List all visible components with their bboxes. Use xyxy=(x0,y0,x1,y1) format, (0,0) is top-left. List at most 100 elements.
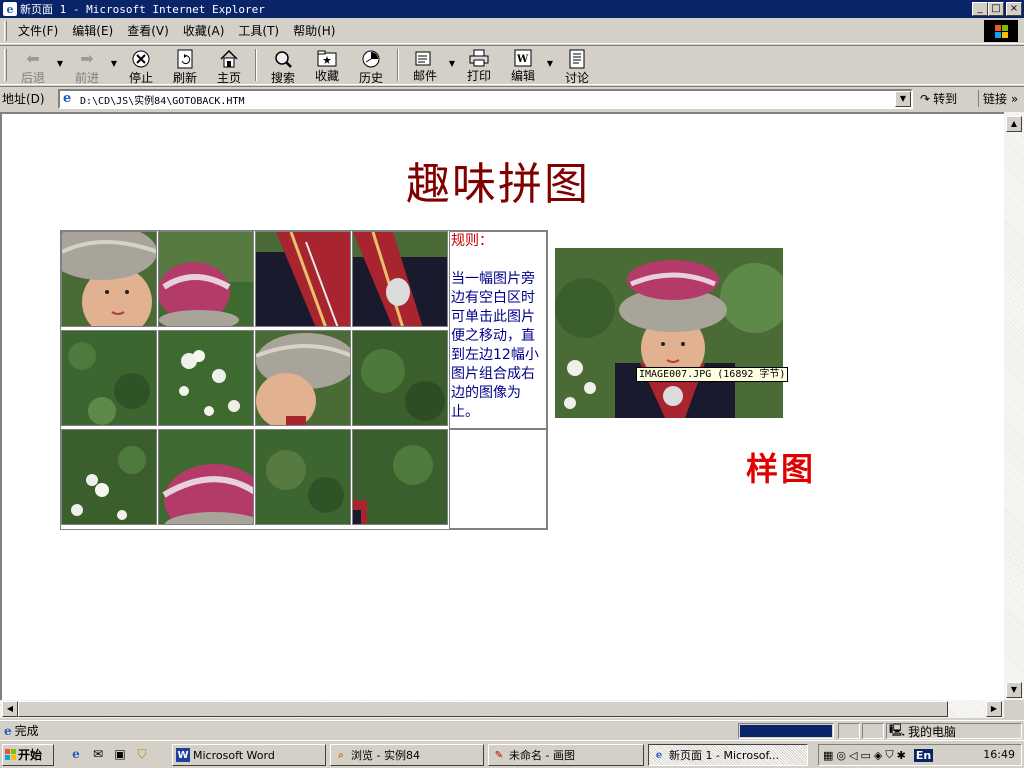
address-url[interactable]: D:\CD\JS\实例84\GOTOBACK.HTM xyxy=(80,92,245,107)
address-label: 地址(D) xyxy=(2,92,45,106)
puzzle-tile[interactable] xyxy=(352,330,448,426)
page-icon: e xyxy=(63,91,72,106)
puzzle-tile[interactable] xyxy=(158,330,254,426)
puzzle-tile[interactable] xyxy=(255,429,351,525)
task-paint-label: 未命名 - 画图 xyxy=(509,749,575,762)
edit-label: 编辑 xyxy=(510,69,535,83)
task-browse[interactable]: ⌕ 浏览 - 实例84 xyxy=(330,744,484,766)
mail-button[interactable]: 邮件 xyxy=(403,46,447,84)
desktop-quicklaunch-icon[interactable]: ▣ xyxy=(112,746,128,762)
menu-tools[interactable]: 工具(T) xyxy=(231,20,286,42)
puzzle-tile[interactable] xyxy=(61,429,157,525)
forward-dropdown-icon[interactable]: ▼ xyxy=(109,59,119,68)
scroll-down-icon[interactable]: ▼ xyxy=(1006,682,1022,698)
menu-help[interactable]: 帮助(H) xyxy=(286,20,342,42)
forward-button[interactable]: ➡ 前进 xyxy=(65,46,109,85)
mail-dropdown-icon[interactable]: ▼ xyxy=(447,59,457,68)
start-button[interactable]: 开始 xyxy=(2,743,54,766)
toolbar-separator xyxy=(397,49,399,81)
go-label: 转到 xyxy=(933,92,958,106)
stop-button[interactable]: 停止 xyxy=(119,46,163,85)
back-dropdown-icon[interactable]: ▼ xyxy=(55,59,65,68)
status-bar: e 完成 🖳 我的电脑 xyxy=(0,720,1024,740)
horizontal-scrollbar[interactable]: ◀ ▶ xyxy=(0,700,1004,718)
puzzle-tile[interactable] xyxy=(255,231,351,327)
ime-indicator[interactable]: En xyxy=(913,748,934,762)
mail-label: 邮件 xyxy=(412,69,437,83)
puzzle-tile[interactable] xyxy=(352,429,448,525)
scroll-right-icon[interactable]: ▶ xyxy=(986,701,1002,717)
scroll-up-icon[interactable]: ▲ xyxy=(1006,116,1022,132)
outlook-quicklaunch-icon[interactable]: ✉ xyxy=(90,746,106,762)
puzzle-tile[interactable] xyxy=(158,231,254,327)
puzzle-tile[interactable] xyxy=(255,330,351,426)
menu-view[interactable]: 查看(V) xyxy=(120,20,176,42)
menu-edit[interactable]: 编辑(E) xyxy=(65,20,120,42)
rules-heading: 规则： xyxy=(451,233,493,249)
printer-icon xyxy=(468,49,490,67)
task-word-label: Microsoft Word xyxy=(193,748,275,762)
tray-monitor-icon[interactable]: ▭ xyxy=(860,749,870,762)
vertical-scrollbar[interactable]: ▲ ▼ xyxy=(1004,112,1024,700)
task-ie[interactable]: e 新页面 1 - Microsof... xyxy=(648,744,808,766)
go-button[interactable]: ↷ 转到 xyxy=(920,90,957,107)
puzzle-tile[interactable] xyxy=(158,429,254,525)
task-word[interactable]: W Microsoft Word xyxy=(172,744,326,766)
puzzle-tile[interactable] xyxy=(352,231,448,327)
image-tooltip: IMAGE007.JPG (16892 字节) xyxy=(636,367,789,382)
status-cell-blank xyxy=(838,723,860,739)
refresh-button[interactable]: 刷新 xyxy=(163,46,207,85)
status-text: 完成 xyxy=(14,724,39,738)
forward-arrow-icon: ➡ xyxy=(80,49,94,68)
status-page-icon: e xyxy=(4,723,12,738)
tray-security-icon[interactable]: ◎ xyxy=(836,749,846,762)
clock[interactable]: 16:49 xyxy=(983,748,1015,761)
address-dropdown-icon[interactable]: ▼ xyxy=(895,91,911,107)
empty-puzzle-slot[interactable] xyxy=(449,429,547,529)
shield-quicklaunch-icon[interactable]: ⛉ xyxy=(134,746,150,762)
go-arrow-icon: ↷ xyxy=(920,91,931,106)
puzzle-tile[interactable] xyxy=(61,330,157,426)
close-button[interactable]: × xyxy=(1006,2,1022,16)
taskbar: 开始 e ✉ ▣ ⛉ W Microsoft Word ⌕ 浏览 - 实例84 … xyxy=(0,740,1024,768)
print-label: 打印 xyxy=(466,69,491,83)
tray-antivirus-icon[interactable]: ✱ xyxy=(897,749,906,762)
discuss-icon xyxy=(566,49,588,69)
ie-quicklaunch-icon[interactable]: e xyxy=(68,746,84,762)
tray-app-icon[interactable]: ◈ xyxy=(874,749,882,762)
back-button[interactable]: ⬅ 后退 xyxy=(11,46,55,85)
minimize-button[interactable]: _ xyxy=(972,2,988,16)
edit-button[interactable]: W 编辑 xyxy=(501,46,545,84)
page-title: 趣味拼图 xyxy=(406,159,590,210)
progress-bar xyxy=(738,723,834,739)
scroll-left-icon[interactable]: ◀ xyxy=(2,701,18,717)
puzzle-tile[interactable] xyxy=(61,231,157,327)
discuss-button[interactable]: 讨论 xyxy=(555,46,599,85)
horizontal-scroll-thumb[interactable] xyxy=(18,701,948,717)
computer-icon: 🖳 xyxy=(889,722,906,737)
window-titlebar[interactable]: e 新页面 1 - Microsoft Internet Explorer _ … xyxy=(0,0,1024,18)
menu-bar: 文件(F) 编辑(E) 查看(V) 收藏(A) 工具(T) 帮助(H) xyxy=(0,18,1024,44)
maximize-button[interactable]: □ xyxy=(988,2,1004,16)
favorites-button[interactable]: 收藏 xyxy=(305,46,349,84)
page-content: 趣味拼图 规则： 当一幅图片旁边有空白区时可单击此图片便之移动，直到左边12幅小… xyxy=(0,112,1004,700)
menu-file[interactable]: 文件(F) xyxy=(11,20,65,42)
tray-network-icon[interactable]: ▦ xyxy=(823,749,833,762)
home-button[interactable]: 主页 xyxy=(207,46,251,85)
address-input[interactable]: e D:\CD\JS\实例84\GOTOBACK.HTM ▼ xyxy=(58,89,913,109)
menu-favorites[interactable]: 收藏(A) xyxy=(176,20,232,42)
print-button[interactable]: 打印 xyxy=(457,46,501,84)
status-cell-blank xyxy=(862,723,884,739)
tray-shield-icon[interactable]: ⛉ xyxy=(885,748,893,762)
tray-volume-icon[interactable]: ◁ xyxy=(849,749,857,762)
task-paint[interactable]: ✎ 未命名 - 画图 xyxy=(488,744,644,766)
favorites-label: 收藏 xyxy=(314,69,339,83)
search-button[interactable]: 搜索 xyxy=(261,46,305,85)
history-label: 历史 xyxy=(358,71,383,85)
edit-dropdown-icon[interactable]: ▼ xyxy=(545,59,555,68)
start-label: 开始 xyxy=(18,748,43,762)
links-button[interactable]: 链接 » xyxy=(978,90,1018,107)
zone-text: 我的电脑 xyxy=(908,724,957,739)
search-icon xyxy=(272,49,294,69)
history-button[interactable]: 历史 xyxy=(349,46,393,85)
